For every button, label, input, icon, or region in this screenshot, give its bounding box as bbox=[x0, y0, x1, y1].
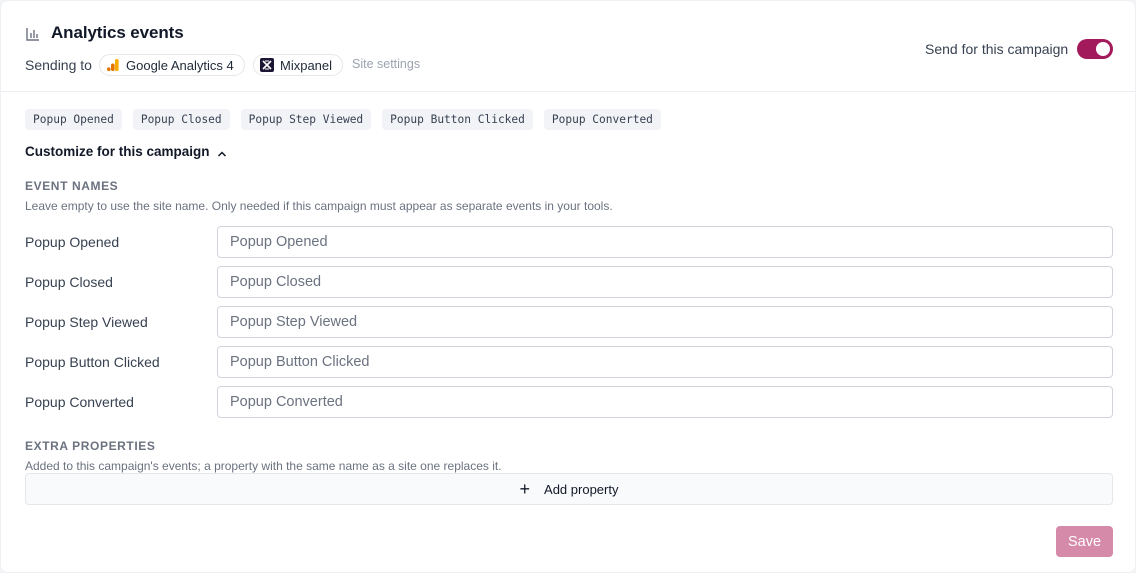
destination-google-analytics: Google Analytics 4 bbox=[99, 54, 245, 76]
add-property-label: Add property bbox=[544, 481, 619, 497]
event-name-label: Popup Closed bbox=[25, 274, 113, 290]
event-name-label: Popup Converted bbox=[25, 394, 134, 410]
send-toggle-label: Send for this campaign bbox=[925, 41, 1069, 57]
event-tag: Popup Closed bbox=[132, 109, 230, 130]
site-settings-link[interactable]: Site settings bbox=[352, 57, 420, 71]
event-tag: Popup Opened bbox=[25, 109, 122, 130]
save-button[interactable]: Save bbox=[1056, 526, 1113, 557]
page-title: Analytics events bbox=[51, 23, 184, 42]
add-property-button[interactable]: + Add property bbox=[25, 473, 1113, 505]
google-analytics-icon bbox=[106, 58, 120, 72]
event-name-input-popup-step-viewed[interactable] bbox=[217, 306, 1113, 338]
event-tags: Popup Opened Popup Closed Popup Step Vie… bbox=[25, 109, 672, 130]
analytics-events-card: Analytics events Sending to Google Analy… bbox=[0, 0, 1136, 573]
mixpanel-icon bbox=[260, 58, 274, 72]
event-tag: Popup Converted bbox=[543, 109, 661, 130]
extra-properties-heading: EXTRA PROPERTIES bbox=[25, 439, 156, 453]
event-name-input-popup-converted[interactable] bbox=[217, 386, 1113, 418]
event-tag: Popup Button Clicked bbox=[382, 109, 533, 130]
event-name-input-popup-button-clicked[interactable] bbox=[217, 346, 1113, 378]
destination-name: Mixpanel bbox=[280, 57, 333, 73]
plus-icon: + bbox=[519, 479, 531, 499]
event-name-label: Popup Opened bbox=[25, 234, 120, 250]
event-name-label: Popup Button Clicked bbox=[25, 354, 160, 370]
sending-to-label: Sending to bbox=[25, 57, 92, 73]
customize-toggle[interactable]: Customize for this campaign bbox=[25, 144, 227, 159]
card-header: Analytics events Sending to Google Analy… bbox=[1, 1, 1135, 92]
event-names-heading: EVENT NAMES bbox=[25, 179, 119, 193]
event-name-input-popup-closed[interactable] bbox=[217, 266, 1113, 298]
event-name-input-popup-opened[interactable] bbox=[217, 226, 1113, 258]
extra-properties-description: Added to this campaign's events; a prope… bbox=[25, 459, 502, 473]
send-for-campaign-toggle[interactable] bbox=[1077, 39, 1113, 59]
event-tag: Popup Step Viewed bbox=[240, 109, 372, 130]
destination-name: Google Analytics 4 bbox=[126, 57, 234, 73]
destination-mixpanel: Mixpanel bbox=[253, 54, 344, 76]
chevron-up-icon bbox=[217, 147, 227, 157]
event-names-description: Leave empty to use the site name. Only n… bbox=[25, 199, 613, 213]
toggle-knob bbox=[1096, 42, 1110, 56]
event-name-label: Popup Step Viewed bbox=[25, 314, 148, 330]
customize-label: Customize for this campaign bbox=[25, 144, 210, 159]
bar-chart-icon bbox=[25, 26, 41, 42]
